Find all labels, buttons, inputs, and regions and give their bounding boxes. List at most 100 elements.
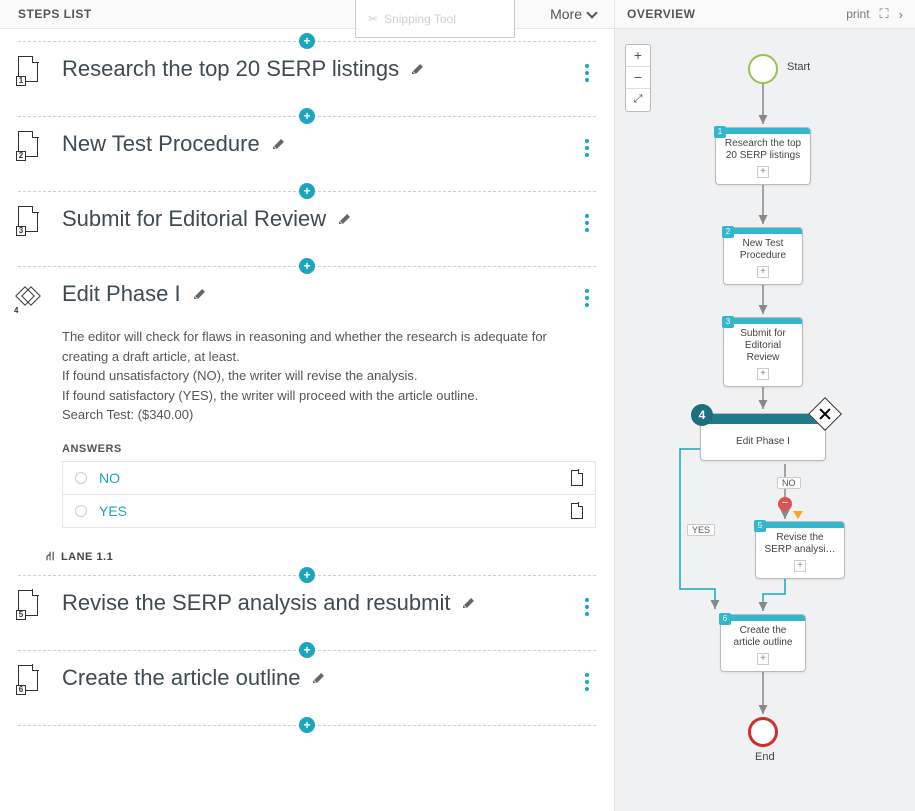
step-number: 6 bbox=[16, 685, 26, 695]
scissors-icon: ✂ bbox=[368, 12, 378, 26]
answer-label: YES bbox=[99, 503, 559, 519]
steps-list-header: STEPS LIST More bbox=[0, 0, 614, 29]
pencil-icon[interactable] bbox=[338, 212, 352, 226]
answer-option-yes[interactable]: YES bbox=[62, 494, 596, 528]
step-more-menu[interactable] bbox=[578, 206, 596, 232]
page-icon: 1 bbox=[18, 56, 42, 84]
step-number: 5 bbox=[16, 610, 26, 620]
more-dropdown[interactable]: More bbox=[550, 6, 582, 22]
zoom-in-button[interactable]: + bbox=[626, 45, 650, 67]
expand-icon[interactable]: + bbox=[757, 653, 769, 665]
expand-icon[interactable]: + bbox=[757, 368, 769, 380]
step-number: 4 bbox=[14, 306, 18, 315]
step-more-menu[interactable] bbox=[578, 56, 596, 82]
node-label: Create the article outline bbox=[721, 621, 805, 651]
step-row-6[interactable]: 6 Create the article outline bbox=[0, 651, 614, 725]
insert-step-divider[interactable] bbox=[18, 725, 596, 726]
desc-line: If found satisfactory (YES), the writer … bbox=[62, 386, 596, 406]
snipping-tool-overlay: ✂ Snipping Tool bbox=[355, 0, 515, 38]
radio-icon[interactable] bbox=[75, 505, 87, 517]
start-label: Start bbox=[787, 61, 810, 73]
zoom-controls: + − ⤢ bbox=[625, 44, 651, 112]
answer-option-no[interactable]: NO bbox=[62, 461, 596, 495]
page-icon: 6 bbox=[18, 665, 42, 693]
flow-node-1[interactable]: 1 Research the top 20 SERP listings + bbox=[715, 127, 811, 185]
radio-icon[interactable] bbox=[75, 472, 87, 484]
steps-list-panel: STEPS LIST More ✂ Snipping Tool 1 Resear… bbox=[0, 0, 615, 811]
page-icon bbox=[571, 503, 583, 519]
node-label: Research the top 20 SERP listings bbox=[716, 134, 810, 164]
node-number: 2 bbox=[722, 226, 734, 238]
step-number: 3 bbox=[16, 226, 26, 236]
step-more-menu[interactable] bbox=[578, 665, 596, 691]
print-button[interactable]: print bbox=[846, 7, 869, 21]
step-row-4[interactable]: 4 Edit Phase I bbox=[0, 267, 614, 327]
step-row-5[interactable]: 5 Revise the SERP analysis and resubmit bbox=[0, 576, 614, 650]
zoom-out-button[interactable]: − bbox=[626, 67, 650, 89]
pencil-icon[interactable] bbox=[312, 671, 326, 685]
flow-node-6[interactable]: 6 Create the article outline + bbox=[720, 614, 806, 672]
step-title: Edit Phase I bbox=[62, 281, 181, 307]
step-title: Revise the SERP analysis and resubmit bbox=[62, 590, 450, 616]
pencil-icon[interactable] bbox=[411, 62, 425, 76]
overview-header: OVERVIEW print ⛶ › bbox=[615, 0, 915, 29]
node-number: 3 bbox=[722, 316, 734, 328]
node-number: 4 bbox=[691, 404, 713, 426]
page-icon: 3 bbox=[18, 206, 42, 234]
step-more-menu[interactable] bbox=[578, 281, 596, 307]
step-row-2[interactable]: 2 New Test Procedure bbox=[0, 117, 614, 191]
end-label: End bbox=[755, 751, 775, 763]
snipping-tool-label: Snipping Tool bbox=[384, 12, 456, 26]
end-node[interactable] bbox=[748, 717, 778, 747]
node-number: 6 bbox=[719, 613, 731, 625]
flowchart-canvas[interactable]: Start 1 Research the top 20 SERP listing… bbox=[615, 29, 915, 811]
step-title: Create the article outline bbox=[62, 665, 300, 691]
expand-icon[interactable]: + bbox=[757, 266, 769, 278]
node-number: 5 bbox=[754, 520, 766, 532]
answers-heading: ANSWERS bbox=[62, 443, 596, 455]
lane-label: ⛙ LANE 1.1 bbox=[46, 549, 596, 565]
pencil-icon[interactable] bbox=[462, 596, 476, 610]
answer-label: NO bbox=[99, 470, 559, 486]
flow-node-4[interactable]: 4 Edit Phase I bbox=[700, 413, 826, 461]
step-number: 2 bbox=[16, 151, 26, 161]
start-node[interactable] bbox=[748, 54, 778, 84]
node-label: Revise the SERP analysi… bbox=[756, 528, 844, 558]
step-row-3[interactable]: 3 Submit for Editorial Review bbox=[0, 192, 614, 266]
step-more-menu[interactable] bbox=[578, 590, 596, 616]
flow-node-2[interactable]: 2 New Test Procedure + bbox=[723, 227, 803, 285]
zoom-fit-button[interactable]: ⤢ bbox=[626, 89, 650, 111]
expand-icon[interactable]: + bbox=[757, 166, 769, 178]
lane-text: LANE 1.1 bbox=[61, 551, 113, 563]
chevron-down-icon[interactable] bbox=[586, 7, 597, 18]
desc-line: The editor will check for flaws in reaso… bbox=[62, 327, 596, 366]
fullscreen-icon[interactable]: ⛶ bbox=[880, 6, 889, 22]
step-title: New Test Procedure bbox=[62, 131, 260, 157]
desc-line: If found unsatisfactory (NO), the writer… bbox=[62, 366, 596, 386]
lane-icon: ⛙ bbox=[46, 549, 55, 565]
flow-node-5[interactable]: 5 Revise the SERP analysi… + bbox=[755, 521, 845, 579]
edge-label-yes: YES bbox=[687, 524, 715, 536]
remove-icon[interactable]: − bbox=[778, 497, 792, 511]
expand-icon[interactable]: + bbox=[794, 560, 806, 572]
node-label: Edit Phase I bbox=[701, 424, 825, 460]
decision-icon: 4 bbox=[18, 285, 42, 309]
step-row-1[interactable]: 1 Research the top 20 SERP listings bbox=[0, 42, 614, 116]
edge-label-no: NO bbox=[777, 477, 801, 489]
page-icon: 2 bbox=[18, 131, 42, 159]
node-label: Submit for Editorial Review bbox=[724, 324, 802, 366]
pencil-icon[interactable] bbox=[272, 137, 286, 151]
step-description: The editor will check for flaws in reaso… bbox=[62, 327, 596, 443]
steps-list-title: STEPS LIST bbox=[18, 7, 92, 21]
node-label: New Test Procedure bbox=[724, 234, 802, 264]
pencil-icon[interactable] bbox=[193, 287, 207, 301]
flow-node-3[interactable]: 3 Submit for Editorial Review + bbox=[723, 317, 803, 387]
step-title: Submit for Editorial Review bbox=[62, 206, 326, 232]
step-title: Research the top 20 SERP listings bbox=[62, 56, 399, 82]
page-icon bbox=[571, 470, 583, 486]
overview-panel: OVERVIEW print ⛶ › + − ⤢ bbox=[615, 0, 915, 811]
chevron-right-icon[interactable]: › bbox=[899, 7, 903, 22]
triangle-down-icon bbox=[793, 511, 803, 519]
step-number: 1 bbox=[16, 76, 26, 86]
step-more-menu[interactable] bbox=[578, 131, 596, 157]
